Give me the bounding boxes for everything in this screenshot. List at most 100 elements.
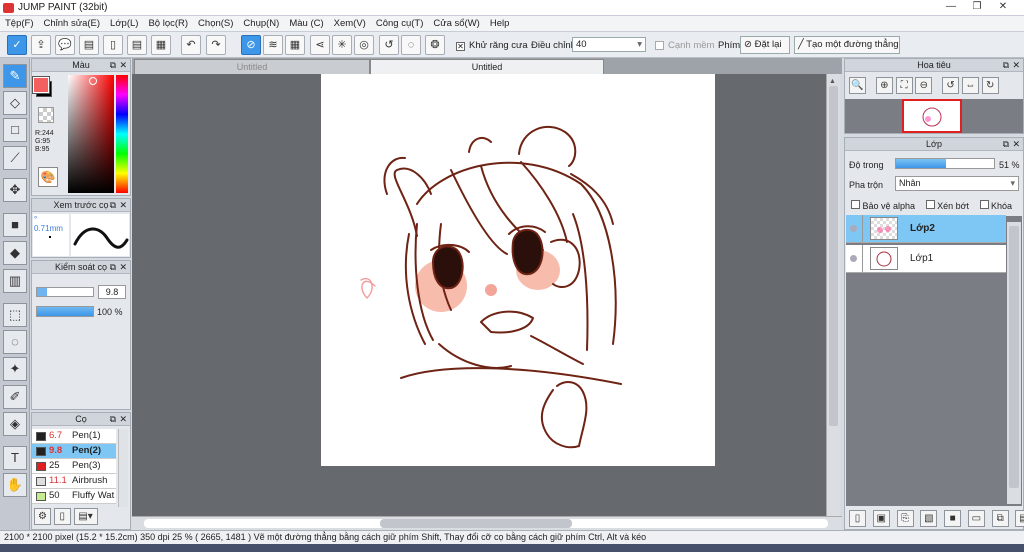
ellipse-ruler-icon[interactable]: ◌	[401, 35, 421, 55]
parallel-ruler-icon[interactable]: ≋	[263, 35, 283, 55]
lock-checkbox[interactable]	[979, 200, 989, 209]
vertical-scroll-thumb[interactable]	[829, 86, 838, 426]
layer-menu-icon[interactable]: ▤	[1015, 510, 1024, 527]
brush-size-slider[interactable]	[36, 287, 94, 297]
bucket-tool-icon[interactable]: ◆	[3, 241, 27, 265]
brush-item-selected[interactable]: 9.8 Pen(2)	[32, 444, 116, 459]
saturation-value-square[interactable]	[68, 75, 114, 193]
delete-layer-icon[interactable]: ▭	[967, 510, 985, 527]
tab-untitled-1[interactable]: Untitled	[134, 59, 370, 74]
navigator-preview-area[interactable]	[845, 99, 1023, 133]
panel-close-icon[interactable]: ✕	[119, 199, 127, 211]
export-icon[interactable]: ⇪	[31, 35, 51, 55]
grid-ruler-icon[interactable]: ▦	[285, 35, 305, 55]
brush-opacity-slider[interactable]	[36, 306, 94, 317]
text-box-icon[interactable]: ▤	[79, 35, 99, 55]
vertical-scrollbar[interactable]: ▲	[826, 74, 840, 516]
color-picker-handle[interactable]	[89, 77, 97, 85]
brush-list-scrollbar[interactable]	[118, 429, 128, 507]
brush-mode-icon[interactable]: ✓	[7, 35, 27, 55]
zoom-in-icon[interactable]: ⊕	[875, 77, 893, 94]
brush-settings-icon[interactable]: ⚙	[34, 508, 51, 525]
drawing-canvas[interactable]	[321, 74, 715, 466]
layer-list-scrollbar[interactable]	[1007, 222, 1021, 504]
new-layer-icon[interactable]: ▯	[849, 510, 866, 527]
blend-mode-select[interactable]: Nhân ▾	[895, 176, 1019, 191]
select-eraser-icon[interactable]: ◈	[3, 412, 27, 436]
brush-menu-icon[interactable]: ▤▾	[73, 508, 98, 525]
rotate-left-icon[interactable]: ↺	[942, 77, 960, 94]
radial-ruler-icon[interactable]: ✳	[332, 35, 352, 55]
panel-close-icon[interactable]: ✕	[1012, 138, 1020, 150]
text-tool-icon[interactable]: T	[3, 446, 27, 470]
maximize-icon[interactable]: ❐	[966, 0, 988, 14]
move-tool-icon[interactable]: ✥	[3, 178, 27, 202]
tab-untitled-2[interactable]: Untitled	[370, 59, 604, 74]
grid-settings-icon[interactable]: ▦	[151, 35, 171, 55]
menu-file[interactable]: Tệp(F)	[0, 16, 39, 31]
layer-row-selected[interactable]: Lớp2	[846, 215, 1006, 243]
flip-icon[interactable]: ⇔	[961, 77, 979, 94]
gradient-tool-icon[interactable]: ▥	[3, 269, 27, 293]
panel-close-icon[interactable]: ✕	[119, 59, 127, 71]
menu-layer[interactable]: Lớp(L)	[105, 16, 143, 31]
symmetry-ruler-icon[interactable]: ❂	[425, 35, 445, 55]
menu-help[interactable]: Help	[485, 16, 515, 31]
folder-icon[interactable]: ■	[944, 510, 962, 527]
brush-item[interactable]: 6.7 Pen(1)	[32, 429, 116, 444]
adjust-select[interactable]: 40 ▾	[572, 37, 646, 52]
visibility-icon[interactable]	[850, 255, 857, 262]
menu-select[interactable]: Chọn(S)	[193, 16, 238, 31]
transparent-swatch[interactable]	[38, 107, 54, 123]
reset-button[interactable]: ⊘ Đặt lại	[740, 36, 790, 54]
zoom-icon[interactable]: 🔍	[849, 77, 866, 94]
fit-icon[interactable]: ⛶	[895, 77, 913, 94]
copy-layer-icon[interactable]: ⎘	[896, 510, 914, 527]
comment-icon[interactable]: 💬	[55, 35, 75, 55]
rectangle-tool-icon[interactable]: □	[3, 118, 27, 142]
layer-row[interactable]: Lớp1	[846, 245, 1006, 273]
concentric-ruler-icon[interactable]: ◎	[354, 35, 374, 55]
new-layer-set-icon[interactable]: ▣	[872, 510, 890, 527]
rect-select-icon[interactable]: ⬚	[3, 303, 27, 327]
brush-tool-icon[interactable]: ✎	[3, 64, 27, 88]
mask-layer-icon[interactable]: ▧	[920, 510, 938, 527]
page-icon[interactable]: ▯	[103, 35, 123, 55]
menu-color[interactable]: Màu (C)	[284, 16, 328, 31]
hand-tool-icon[interactable]: ✋	[3, 473, 27, 497]
palette-icon[interactable]: 🎨	[38, 167, 58, 187]
close-icon[interactable]: ✕	[992, 0, 1014, 14]
redo-icon[interactable]: ↷	[206, 35, 226, 55]
straight-line-button[interactable]: ╱ Tạo một đường thẳng	[794, 36, 900, 54]
undock-icon[interactable]: ⧉	[110, 413, 116, 425]
zoom-out-icon[interactable]: ⊖	[915, 77, 933, 94]
foreground-color-swatch[interactable]	[32, 76, 50, 94]
perspective-ruler-icon[interactable]: ⋖	[310, 35, 330, 55]
scroll-up-icon[interactable]: ▲	[829, 78, 838, 86]
visibility-icon[interactable]	[850, 225, 857, 232]
select-pen-icon[interactable]: ✐	[3, 385, 27, 409]
document-icon[interactable]: ▤	[127, 35, 147, 55]
hue-slider[interactable]	[116, 75, 128, 193]
edge-checkbox[interactable]	[655, 41, 664, 53]
menu-edit[interactable]: Chỉnh sửa(E)	[39, 16, 106, 31]
fill-rect-tool-icon[interactable]: ■	[3, 213, 27, 237]
magic-wand-icon[interactable]: ✦	[3, 357, 27, 381]
curve-ruler-icon[interactable]: ↺	[379, 35, 399, 55]
menu-filter[interactable]: Bộ lọc(R)	[143, 16, 193, 31]
merge-layer-icon[interactable]: ⧉	[991, 510, 1009, 527]
brush-item[interactable]: 25 Pen(3)	[32, 459, 116, 474]
layer-opacity-slider[interactable]	[895, 158, 995, 169]
brush-item[interactable]: 11.1 Airbrush	[32, 474, 116, 489]
protect-alpha-checkbox[interactable]	[851, 200, 860, 209]
undock-icon[interactable]: ⧉	[110, 59, 116, 71]
undock-icon[interactable]: ⧉	[110, 261, 116, 273]
eraser-tool-icon[interactable]: ◇	[3, 91, 27, 115]
layer-scroll-thumb[interactable]	[1009, 226, 1019, 488]
panel-close-icon[interactable]: ✕	[1012, 59, 1020, 71]
lasso-select-icon[interactable]: ◌	[3, 330, 27, 354]
menu-view[interactable]: Xem(V)	[329, 16, 371, 31]
clip-checkbox[interactable]	[925, 200, 935, 209]
undock-icon[interactable]: ⧉	[1003, 138, 1009, 150]
horizontal-scrollbar[interactable]	[132, 516, 842, 530]
